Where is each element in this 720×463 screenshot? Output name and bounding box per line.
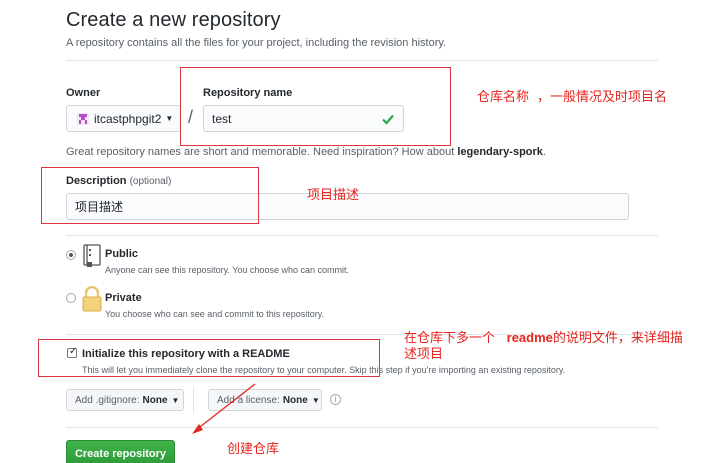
- owner-value: itcastphpgit2: [94, 111, 162, 126]
- annotation-description: 项目描述: [307, 187, 360, 202]
- form-bottom-divider: [66, 427, 658, 428]
- repo-name-hint: Great repository names are short and mem…: [66, 146, 546, 158]
- annotation-box-description: [41, 167, 259, 224]
- public-description: Anyone can see this repository. You choo…: [105, 265, 349, 275]
- page-subtitle: A repository contains all the files for …: [66, 37, 447, 49]
- annotation-readme: 在仓库下多一个 readme的说明文件，来详细描 述项目: [404, 330, 683, 361]
- owner-label: Owner: [66, 87, 101, 99]
- info-icon[interactable]: i: [330, 394, 341, 405]
- description-divider: [66, 235, 658, 236]
- public-title: Public: [105, 248, 139, 260]
- private-description: You choose who can see and commit to thi…: [105, 309, 325, 319]
- create-repository-button[interactable]: Create repository: [66, 440, 175, 463]
- chevron-down-icon: ▼: [311, 395, 320, 405]
- annotation-repo-name: 仓库名称 ，一般情况及时项目名: [477, 89, 668, 104]
- public-radio[interactable]: [66, 250, 76, 260]
- gitignore-select[interactable]: Add .gitignore: None ▼: [66, 389, 184, 411]
- chevron-down-icon: ▼: [165, 114, 174, 123]
- lock-icon: [82, 286, 102, 312]
- license-select[interactable]: Add a license: None ▼: [208, 389, 322, 411]
- header-divider: [66, 60, 658, 61]
- owner-select[interactable]: itcastphpgit2 ▼: [66, 105, 181, 132]
- private-title: Private: [105, 292, 142, 304]
- repo-icon: [83, 244, 101, 267]
- annotation-box-repo-name: [180, 67, 451, 146]
- owner-avatar-icon: [77, 112, 89, 125]
- suggested-name-link[interactable]: legendary-spork: [457, 146, 543, 158]
- page-title: Create a new repository: [66, 9, 281, 31]
- private-radio[interactable]: [66, 293, 76, 303]
- select-separator: [193, 387, 194, 413]
- chevron-down-icon: ▼: [171, 395, 180, 405]
- annotation-create: 创建仓库: [227, 441, 280, 456]
- annotation-box-readme: [38, 339, 380, 377]
